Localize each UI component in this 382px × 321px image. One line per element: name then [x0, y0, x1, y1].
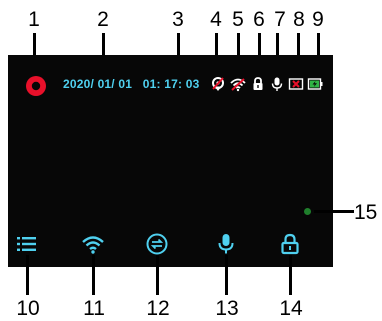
date-text: 2020/ 01/ 01 [63, 77, 133, 91]
battery-charging-icon [307, 76, 323, 92]
leader-line-13 [225, 255, 228, 295]
sd-card-error-icon [288, 76, 304, 92]
callout-10: 10 [16, 297, 40, 320]
callout-2: 2 [97, 8, 109, 31]
microphone-icon [269, 76, 285, 92]
leader-line-11 [92, 255, 95, 295]
leader-line-10 [26, 255, 29, 295]
callout-14: 14 [279, 297, 303, 320]
leader-line-14 [289, 255, 292, 295]
wifi-icon[interactable] [81, 232, 105, 256]
menu-icon[interactable] [15, 232, 39, 256]
callout-3: 3 [172, 8, 184, 31]
callout-11: 11 [83, 297, 105, 320]
record-icon[interactable] [25, 75, 47, 97]
switch-camera-icon[interactable] [145, 232, 169, 256]
callout-15: 15 [354, 201, 378, 224]
wifi-off-icon [230, 76, 246, 92]
gps-icon [210, 76, 226, 92]
leader-line-15 [314, 210, 354, 213]
diagram: 1 2 3 4 5 6 7 8 9 2020/ 01/ 01 01: 17: 0… [0, 0, 382, 321]
status-indicator-dot [304, 208, 311, 215]
callout-12: 12 [146, 297, 170, 320]
callout-9: 9 [312, 8, 324, 31]
lock-button-icon[interactable] [278, 232, 302, 256]
camera-screen: 2020/ 01/ 01 01: 17: 03 [8, 55, 333, 267]
microphone-button-icon[interactable] [214, 232, 238, 256]
leader-line-12 [156, 255, 159, 295]
time-text: 01: 17: 03 [142, 77, 200, 91]
callout-13: 13 [215, 297, 239, 320]
callout-1: 1 [28, 8, 40, 31]
lock-icon [250, 76, 266, 92]
date-time-display: 2020/ 01/ 01 01: 17: 03 [63, 77, 199, 91]
